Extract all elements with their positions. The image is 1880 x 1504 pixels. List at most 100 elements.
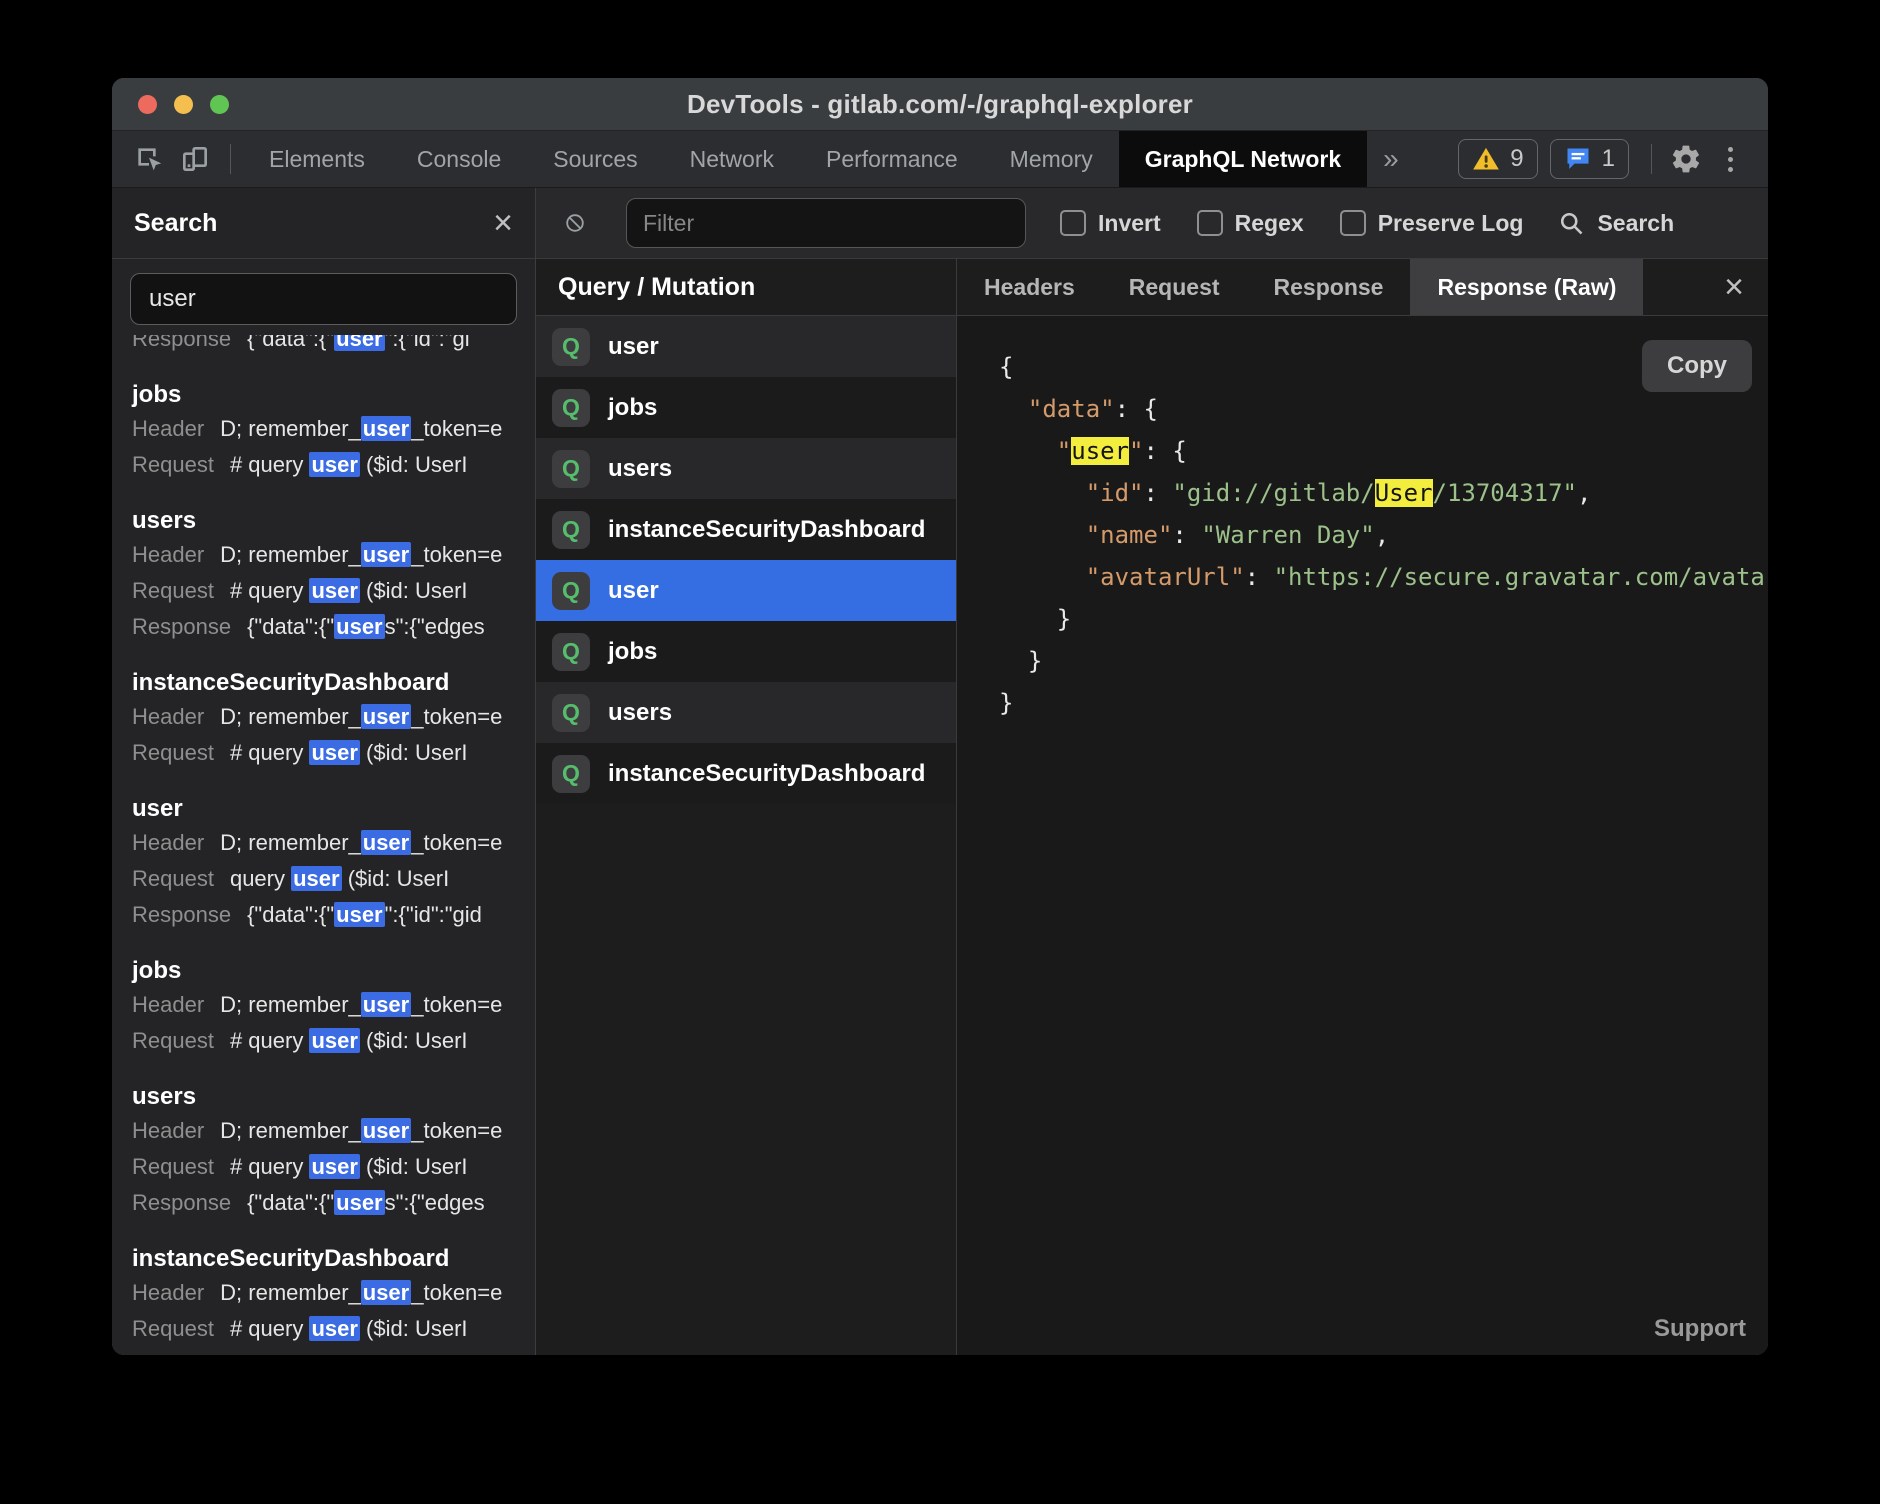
result-line-text: {"data":{"users":{"edges: [247, 1185, 485, 1221]
search-result-line[interactable]: Request# query user ($id: UserI: [132, 573, 515, 609]
search-result-line[interactable]: HeaderD; remember_user_token=e: [132, 537, 515, 573]
search-result-title[interactable]: jobs: [132, 379, 515, 411]
search-result-title[interactable]: instanceSecurityDashboard: [132, 667, 515, 699]
checkbox-invert[interactable]: Invert: [1060, 210, 1161, 237]
clear-requests-icon[interactable]: [558, 202, 592, 244]
tab-elements[interactable]: Elements: [243, 131, 391, 187]
tab-performance[interactable]: Performance: [800, 131, 984, 187]
search-result-line[interactable]: Request# query user ($id: UserI: [132, 447, 515, 483]
detail-tab-request[interactable]: Request: [1102, 259, 1247, 315]
json-line: }: [999, 640, 1768, 682]
kebab-menu-icon[interactable]: [1708, 138, 1752, 180]
checkbox-label: Preserve Log: [1378, 210, 1524, 237]
query-type-icon: Q: [552, 633, 590, 671]
close-search-panel-icon[interactable]: ×: [493, 206, 513, 240]
zoom-window-button[interactable]: [210, 95, 229, 114]
json-line: }: [999, 682, 1768, 724]
result-line-label: Request: [132, 735, 214, 771]
query-list-item[interactable]: QinstanceSecurityDashboard: [536, 499, 956, 560]
toolbar-divider: [230, 144, 231, 174]
search-result-line[interactable]: HeaderD; remember_user_token=e: [132, 1113, 515, 1149]
result-line-label: Request: [132, 1023, 214, 1059]
search-result-line[interactable]: Response{"data":{"user":{"id":"gi: [132, 335, 515, 357]
screen-background: DevTools - gitlab.com/-/graphql-explorer…: [0, 0, 1880, 1504]
filter-checkboxes: Invert Regex Preserve Log: [1060, 210, 1523, 237]
search-panel-header: Search ×: [112, 188, 535, 259]
search-result-title[interactable]: users: [132, 1081, 515, 1113]
search-result-line[interactable]: Request# query user ($id: UserI: [132, 735, 515, 771]
filter-input[interactable]: [626, 198, 1026, 248]
checkbox-regex[interactable]: Regex: [1197, 210, 1304, 237]
checkbox-box-icon: [1340, 210, 1366, 236]
search-result-line[interactable]: Response{"data":{"users":{"edges: [132, 1185, 515, 1221]
settings-gear-icon[interactable]: [1664, 138, 1708, 180]
checkbox-box-icon: [1060, 210, 1086, 236]
search-result-group: instanceSecurityDashboardHeaderD; rememb…: [132, 667, 515, 771]
response-json: { "data": { "user": { "id": "gid://gitla…: [999, 346, 1768, 724]
search-result-title[interactable]: user: [132, 793, 515, 825]
search-toggle-label: Search: [1597, 210, 1674, 237]
search-result-line[interactable]: HeaderD; remember_user_token=e: [132, 1275, 515, 1311]
search-result-line[interactable]: HeaderD; remember_user_token=e: [132, 825, 515, 861]
tab-console[interactable]: Console: [391, 131, 527, 187]
detail-tab-response-raw[interactable]: Response (Raw): [1410, 259, 1643, 315]
search-result-title[interactable]: users: [132, 505, 515, 537]
device-toolbar-icon[interactable]: [172, 138, 218, 180]
search-result-line[interactable]: Response{"data":{"users":{"edges: [132, 609, 515, 645]
result-line-text: # query user ($id: UserI: [230, 1149, 468, 1185]
devtools-main: Search × Response{"data":{"user":{"id":"…: [112, 188, 1768, 1355]
warning-icon: [1472, 145, 1500, 173]
tab-sources[interactable]: Sources: [527, 131, 663, 187]
tab-network[interactable]: Network: [664, 131, 800, 187]
warnings-badge[interactable]: 9: [1458, 139, 1537, 179]
query-list-item[interactable]: Qjobs: [536, 621, 956, 682]
inspect-element-icon[interactable]: [126, 138, 172, 180]
result-line-text: D; remember_user_token=e: [220, 537, 502, 573]
query-list-item[interactable]: Qjobs: [536, 377, 956, 438]
detail-tab-headers[interactable]: Headers: [957, 259, 1102, 315]
search-result-line[interactable]: Response{"data":{"user":{"id":"gid: [132, 897, 515, 933]
query-type-icon: Q: [552, 755, 590, 793]
query-list-item[interactable]: QinstanceSecurityDashboard: [536, 743, 956, 804]
search-result-title[interactable]: instanceSecurityDashboard: [132, 1243, 515, 1275]
search-result-line[interactable]: Request# query user ($id: UserI: [132, 1023, 515, 1059]
tab-memory[interactable]: Memory: [984, 131, 1119, 187]
search-result-line[interactable]: Requestquery user ($id: UserI: [132, 861, 515, 897]
query-name: user: [608, 577, 659, 605]
messages-badge[interactable]: 1: [1550, 139, 1629, 179]
checkbox-preserve-log[interactable]: Preserve Log: [1340, 210, 1524, 237]
result-line-label: Response: [132, 335, 231, 357]
query-list-item[interactable]: Quser: [536, 316, 956, 377]
query-type-icon: Q: [552, 572, 590, 610]
query-list-item[interactable]: Quser: [536, 560, 956, 621]
devtools-toolbar: ElementsConsoleSourcesNetworkPerformance…: [112, 131, 1768, 188]
copy-button[interactable]: Copy: [1642, 340, 1752, 392]
search-result-line[interactable]: HeaderD; remember_user_token=e: [132, 411, 515, 447]
search-result-line[interactable]: Request# query user ($id: UserI: [132, 1149, 515, 1185]
json-line: "avatarUrl": "https://secure.gravatar.co…: [999, 556, 1768, 598]
json-line: }: [999, 598, 1768, 640]
search-result-line[interactable]: HeaderD; remember_user_token=e: [132, 699, 515, 735]
checkbox-label: Regex: [1235, 210, 1304, 237]
result-line-text: D; remember_user_token=e: [220, 411, 502, 447]
detail-tab-response[interactable]: Response: [1247, 259, 1411, 315]
close-window-button[interactable]: [138, 95, 157, 114]
minimize-window-button[interactable]: [174, 95, 193, 114]
detail-tab-strip: HeadersRequestResponseResponse (Raw): [957, 259, 1643, 315]
result-line-label: Request: [132, 573, 214, 609]
support-link[interactable]: Support: [1654, 1315, 1746, 1343]
search-result-line[interactable]: HeaderD; remember_user_token=e: [132, 987, 515, 1023]
close-detail-panel-icon[interactable]: ×: [1700, 259, 1768, 315]
search-icon: [1557, 209, 1585, 237]
search-result-title[interactable]: jobs: [132, 955, 515, 987]
tab-graphql-network[interactable]: GraphQL Network: [1119, 131, 1367, 187]
search-result-line[interactable]: Request# query user ($id: UserI: [132, 1311, 515, 1347]
query-list-item[interactable]: Qusers: [536, 438, 956, 499]
query-list-item[interactable]: Qusers: [536, 682, 956, 743]
search-input[interactable]: [130, 273, 517, 325]
more-tabs-icon[interactable]: »: [1367, 143, 1415, 175]
network-filter-bar: Invert Regex Preserve Log Search: [536, 188, 1768, 259]
result-line-label: Request: [132, 861, 214, 897]
search-toggle[interactable]: Search: [1557, 209, 1674, 237]
result-line-text: D; remember_user_token=e: [220, 699, 502, 735]
